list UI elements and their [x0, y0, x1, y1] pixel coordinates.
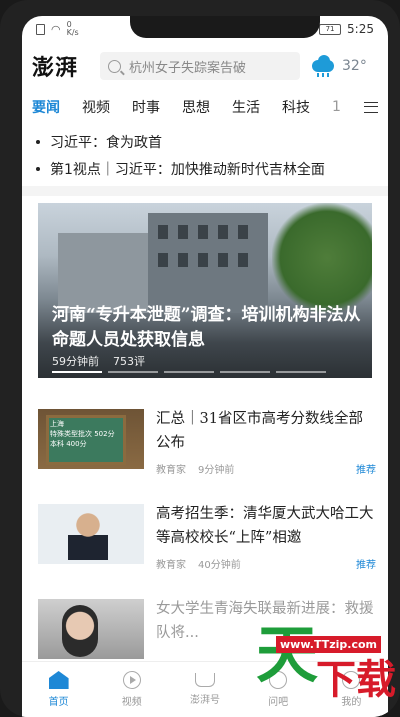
watermark-url: www.TTzip.com [276, 636, 381, 653]
tab-yaowen[interactable]: 要闻 [32, 97, 82, 117]
nav-home[interactable]: 首页 [29, 671, 89, 708]
hero-building [148, 213, 268, 313]
headline-text: 习近平：食为政首 [50, 134, 162, 151]
status-left: ◠ 0 K/s [36, 21, 79, 37]
nav-label: 首页 [48, 697, 69, 708]
battery-icon: 71 [319, 23, 342, 35]
recommend-badge: 推荐 [356, 465, 376, 476]
news-thumbnail [38, 599, 144, 659]
headline-item[interactable]: 习近平：食为政首 [22, 128, 388, 155]
news-title: 高考招生季：清华厦大武大哈工大等高校校长“上阵”相邀 [156, 506, 374, 546]
carousel-indicator [52, 371, 326, 373]
search-icon [108, 59, 121, 73]
headline-item[interactable]: 第1视点｜习近平：加快推动新时代吉林全面 [22, 155, 388, 182]
search-bar[interactable]: 杭州女子失踪案告破 [100, 52, 300, 80]
news-meta: 教育家 40分钟前 [156, 556, 241, 571]
portrait-image [62, 605, 98, 657]
tab-sixiang[interactable]: 思想 [182, 97, 232, 117]
news-time: 40分钟前 [198, 560, 241, 571]
watermark-big-char: 天 [256, 618, 319, 691]
temperature: 32° [342, 58, 367, 74]
hero-meta: 59分钟前 753评 [52, 353, 145, 369]
weather-widget[interactable]: 32° [310, 55, 367, 77]
section-divider [22, 186, 388, 196]
hero-comments: 753评 [113, 355, 145, 368]
news-item[interactable]: 上海 特殊类型批次 502分 本科 400分 汇总｜31省区市高考分数线全部公布… [22, 399, 388, 494]
app-logo[interactable]: 澎湃 [32, 50, 94, 82]
nav-video[interactable]: 视频 [102, 671, 162, 708]
menu-icon[interactable] [364, 101, 378, 113]
portrait-image [68, 510, 108, 560]
nav-label: 视频 [121, 697, 142, 708]
tab-shishi[interactable]: 时事 [132, 97, 182, 117]
carousel-dot [276, 371, 326, 373]
bullet-icon [36, 139, 40, 144]
carousel-dot [108, 371, 158, 373]
hero-tree [272, 203, 372, 313]
carousel-dot [164, 371, 214, 373]
site-watermark: 天 www.TTzip.com 下载 [256, 610, 396, 710]
news-title: 汇总｜31省区市高考分数线全部公布 [156, 411, 363, 451]
carousel-dot [220, 371, 270, 373]
netspeed-unit: K/s [66, 28, 79, 37]
clock: 5:25 [347, 22, 374, 36]
camera-notch [130, 16, 320, 38]
nav-pengpaihao[interactable]: 澎湃号 [175, 673, 235, 706]
recommend-badge: 推荐 [356, 560, 376, 571]
thumbnail-text: 上海 特殊类型批次 502分 本科 400分 [50, 420, 115, 448]
news-time: 9分钟前 [198, 465, 235, 476]
tab-keji[interactable]: 科技 [282, 97, 332, 117]
bullet-icon [36, 166, 40, 171]
search-placeholder: 杭州女子失踪案告破 [129, 60, 247, 76]
news-item[interactable]: 高考招生季：清华厦大武大哈工大等高校校长“上阵”相邀 教育家 40分钟前 推荐 [22, 494, 388, 589]
ship-icon [194, 673, 215, 687]
hero-time: 59分钟前 [52, 355, 99, 368]
tab-shenghuo[interactable]: 生活 [232, 97, 282, 117]
tab-truncated[interactable]: 1 [332, 99, 344, 115]
wifi-icon: ◠ [51, 22, 61, 36]
sim-icon [36, 23, 45, 35]
news-source: 教育家 [156, 560, 186, 571]
headline-list: 习近平：食为政首 第1视点｜习近平：加快推动新时代吉林全面 [22, 128, 388, 182]
tab-video[interactable]: 视频 [82, 97, 132, 117]
hero-title: 河南“专升本泄题”调查：培训机构非法从命题人员处获取信息 [52, 305, 361, 350]
channel-tabs: 要闻 视频 时事 思想 生活 科技 1 [22, 92, 388, 122]
netspeed: 0 K/s [67, 21, 79, 37]
phone-frame: ◠ 0 K/s ▯ 71 5:25 澎湃 杭州女子失踪案告破 [0, 0, 400, 717]
news-meta: 教育家 9分钟前 [156, 461, 234, 476]
watermark-download: 下载 [316, 657, 396, 703]
headline-text: 第1视点｜习近平：加快推动新时代吉林全面 [50, 161, 325, 178]
news-thumbnail [38, 504, 144, 564]
nav-label: 澎湃号 [189, 695, 220, 706]
video-icon [122, 671, 141, 689]
news-thumbnail: 上海 特殊类型批次 502分 本科 400分 [38, 409, 144, 469]
carousel-dot-active [52, 371, 102, 373]
news-source: 教育家 [156, 465, 186, 476]
hero-building-left [58, 233, 153, 313]
app-header: 澎湃 杭州女子失踪案告破 32° [22, 46, 388, 86]
rain-cloud-icon [310, 55, 336, 77]
hero-card[interactable]: 河南“专升本泄题”调查：培训机构非法从命题人员处获取信息 59分钟前 753评 [38, 203, 372, 378]
home-icon [48, 671, 69, 689]
